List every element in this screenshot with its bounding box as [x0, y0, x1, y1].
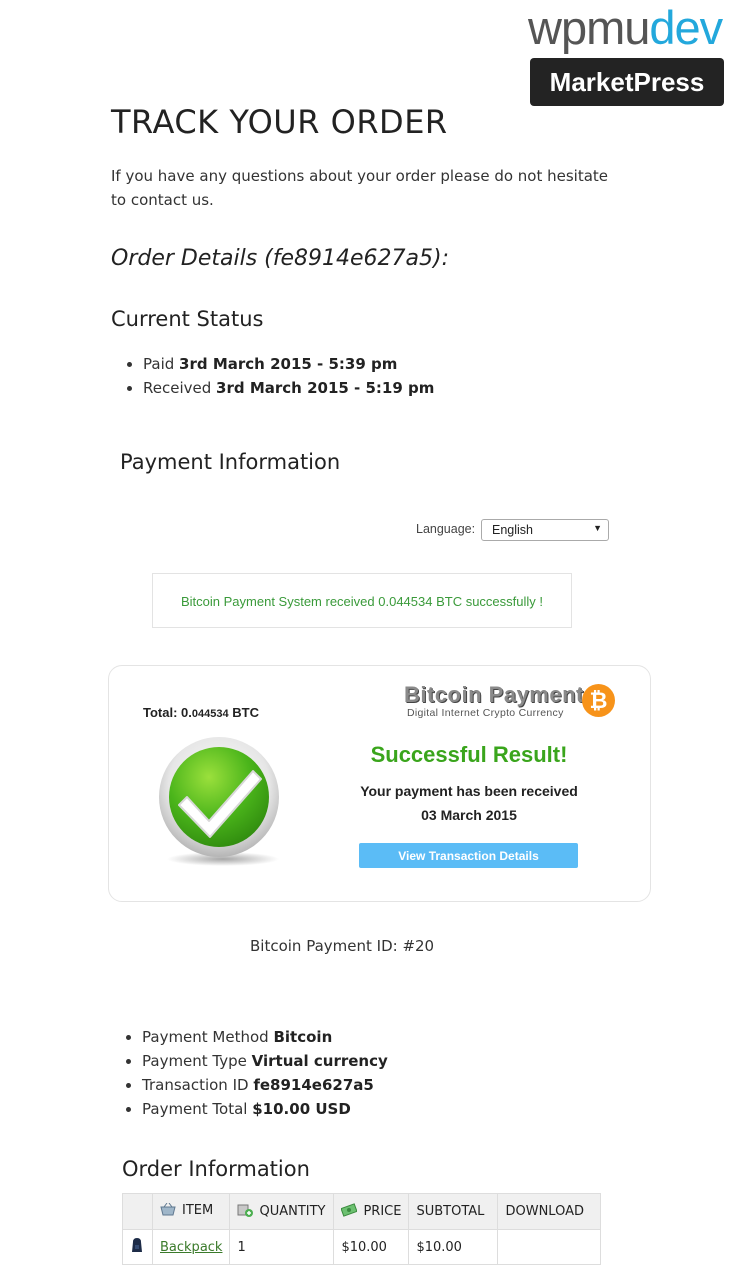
price-cell: $10.00	[333, 1229, 410, 1265]
item-thumbnail	[122, 1229, 153, 1265]
detail-label: Payment Type	[142, 1052, 247, 1070]
status-label: Received	[143, 379, 212, 397]
table-row: Backpack 1 $10.00 $10.00	[122, 1229, 602, 1265]
wpmudev-logo-wpmu: wpmu	[528, 1, 650, 54]
backpack-thumbnail-icon	[132, 1238, 142, 1252]
status-item-received: Received 3rd March 2015 - 5:19 pm	[143, 376, 434, 400]
wpmudev-logo-dev: dev	[649, 1, 723, 54]
chevron-down-icon: ▼	[593, 523, 602, 533]
detail-value: Virtual currency	[251, 1052, 388, 1070]
bitcoin-payment-id: Bitcoin Payment ID: #20	[250, 937, 435, 955]
result-date: 03 March 2015	[421, 807, 517, 823]
quantity-icon	[237, 1203, 254, 1221]
detail-value: Bitcoin	[273, 1028, 333, 1046]
detail-value: fe8914e627a5	[253, 1076, 374, 1094]
bitcoin-payment-logo: Bitcoin Payment	[404, 682, 584, 707]
success-check-icon	[157, 735, 287, 867]
intro-text: If you have any questions about your ord…	[111, 167, 609, 209]
total-unit: BTC	[232, 705, 259, 720]
money-icon	[340, 1202, 359, 1221]
language-selected-value: English	[492, 523, 533, 537]
order-details-heading: Order Details (fe8914e627a5):	[111, 246, 450, 271]
marketpress-logo: MarketPress	[530, 58, 724, 106]
item-link[interactable]: Backpack	[160, 1240, 222, 1255]
total-int: 0.	[181, 705, 192, 720]
subtotal-cell: $10.00	[408, 1229, 499, 1265]
status-item-paid: Paid 3rd March 2015 - 5:39 pm	[143, 352, 434, 376]
current-status-heading: Current Status	[111, 307, 264, 331]
order-information-heading: Order Information	[122, 1157, 310, 1181]
thumb-column-header	[122, 1193, 153, 1230]
transaction-id-item: Transaction ID fe8914e627a5	[142, 1073, 388, 1097]
total-label: Total:	[143, 705, 178, 720]
status-value: 3rd March 2015 - 5:19 pm	[216, 379, 435, 397]
payment-total-item: Payment Total $10.00 USD	[142, 1097, 388, 1121]
result-title: Successful Result!	[370, 742, 568, 767]
table-header-row: ITEM QUANTITY PRICE SUBTOTAL DOWNLOAD	[122, 1193, 602, 1230]
status-value: 3rd March 2015 - 5:39 pm	[179, 355, 398, 373]
item-cell: Backpack	[151, 1229, 231, 1265]
item-column-header: ITEM	[151, 1193, 231, 1230]
wpmudev-logo: wpmudev	[528, 1, 723, 54]
success-message: Bitcoin Payment System received 0.044534…	[152, 573, 572, 628]
bitcoin-payment-tagline: Digital Internet Crypto Currency	[407, 707, 564, 719]
result-message: Your payment has been received	[360, 783, 578, 799]
detail-value: $10.00 USD	[252, 1100, 351, 1118]
detail-label: Transaction ID	[142, 1076, 249, 1094]
view-transaction-details-button[interactable]: View Transaction Details	[359, 843, 578, 868]
payment-details-list: Payment Method Bitcoin Payment Type Virt…	[110, 1025, 388, 1121]
download-cell	[497, 1229, 602, 1265]
status-label: Paid	[143, 355, 175, 373]
basket-icon	[160, 1202, 176, 1220]
detail-label: Payment Total	[142, 1100, 248, 1118]
status-list: Paid 3rd March 2015 - 5:39 pm Received 3…	[111, 352, 434, 400]
detail-label: Payment Method	[142, 1028, 269, 1046]
price-column-header: PRICE	[333, 1193, 410, 1230]
subtotal-column-header: SUBTOTAL	[408, 1193, 499, 1230]
total-amount: Total: 0.044534 BTC	[143, 705, 259, 720]
payment-method-item: Payment Method Bitcoin	[142, 1025, 388, 1049]
language-label: Language:	[416, 522, 476, 536]
order-table: ITEM QUANTITY PRICE SUBTOTAL DOWNLOAD Ba…	[122, 1193, 602, 1265]
quantity-cell: 1	[229, 1229, 335, 1265]
total-decimals: 044534	[191, 708, 229, 720]
payment-type-item: Payment Type Virtual currency	[142, 1049, 388, 1073]
payment-information-heading: Payment Information	[120, 450, 341, 474]
bitcoin-icon: ₿	[582, 684, 615, 717]
language-select[interactable]: English ▼	[481, 519, 609, 541]
download-column-header: DOWNLOAD	[497, 1193, 602, 1230]
page-title: TRACK YOUR ORDER	[111, 103, 448, 141]
quantity-column-header: QUANTITY	[229, 1193, 335, 1230]
